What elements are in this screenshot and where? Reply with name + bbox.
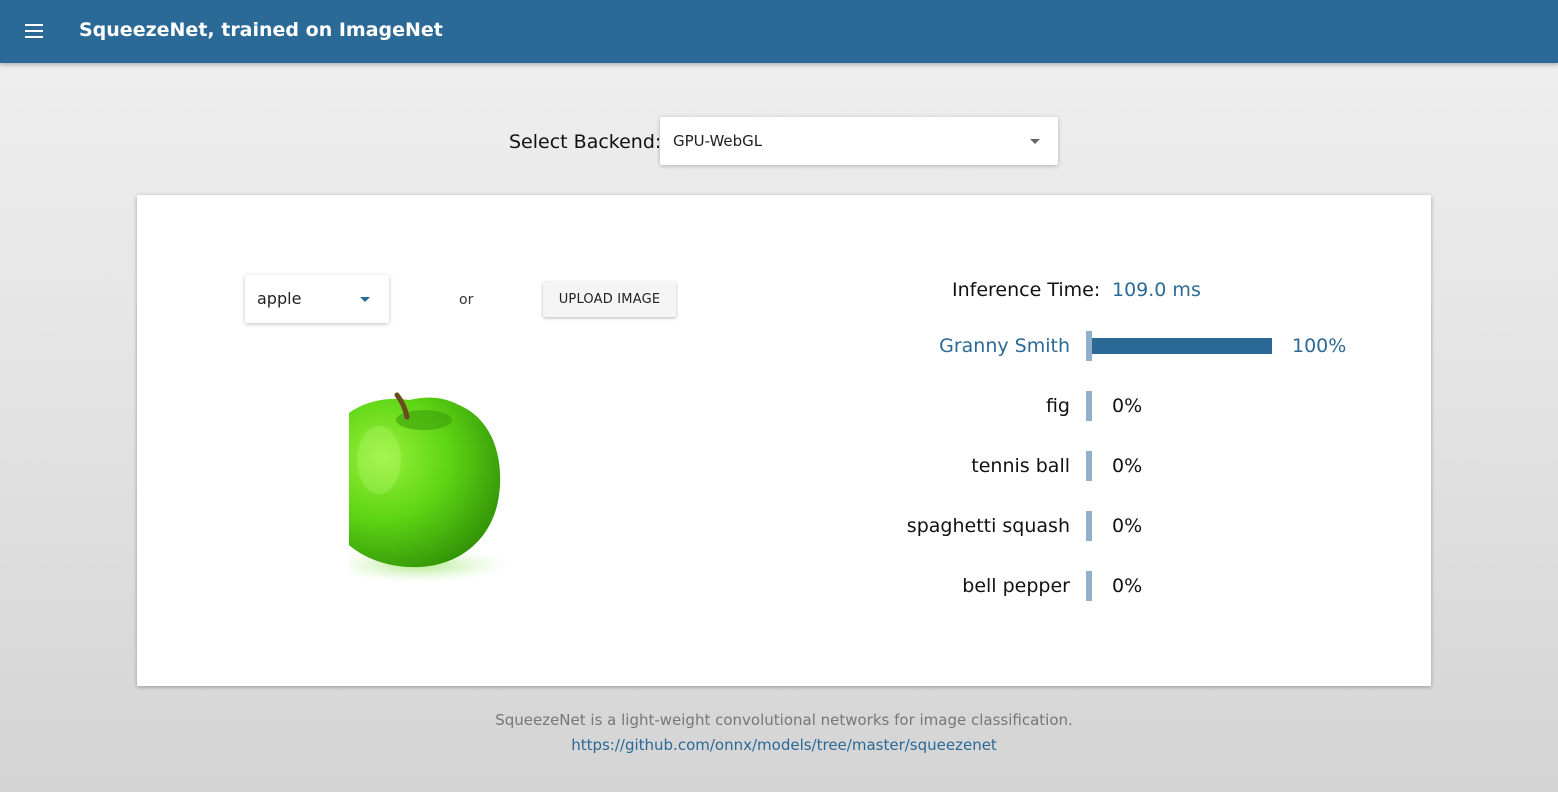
prediction-label: spaghetti squash xyxy=(906,515,1070,537)
prediction-row: spaghetti squash 0% xyxy=(837,511,1397,545)
inference-time-label: Inference Time: xyxy=(952,279,1101,301)
prediction-percent: 0% xyxy=(1112,515,1143,537)
prediction-label: tennis ball xyxy=(971,455,1070,477)
prediction-row: Granny Smith 100% xyxy=(837,331,1397,365)
prediction-axis xyxy=(1086,511,1092,541)
backend-select-value: GPU-WebGL xyxy=(673,132,763,150)
chevron-down-icon xyxy=(1030,139,1040,144)
prediction-label: fig xyxy=(1045,395,1070,417)
or-separator: or xyxy=(459,292,474,308)
classifier-card: apple or UPLOAD IMAGE Inference Time: 10… xyxy=(137,195,1431,686)
prediction-row: bell pepper 0% xyxy=(837,571,1397,605)
prediction-row: fig 0% xyxy=(837,391,1397,425)
prediction-percent: 0% xyxy=(1112,455,1143,477)
backend-label: Select Backend: xyxy=(509,131,662,153)
prediction-axis xyxy=(1086,451,1092,481)
image-select-value: apple xyxy=(257,289,302,308)
input-image xyxy=(349,365,571,587)
footer-description: SqueezeNet is a light-weight convolution… xyxy=(495,711,1073,729)
hamburger-menu-icon[interactable] xyxy=(22,18,48,44)
upload-image-button[interactable]: UPLOAD IMAGE xyxy=(543,282,676,317)
chevron-down-icon xyxy=(360,297,370,302)
image-select[interactable]: apple xyxy=(245,275,389,323)
prediction-row: tennis ball 0% xyxy=(837,451,1397,485)
app-bar: SqueezeNet, trained on ImageNet xyxy=(0,0,1558,63)
prediction-bar xyxy=(1092,338,1272,354)
prediction-percent: 0% xyxy=(1112,575,1143,597)
app-title: SqueezeNet, trained on ImageNet xyxy=(79,19,443,41)
prediction-axis xyxy=(1086,571,1092,601)
prediction-percent: 100% xyxy=(1292,335,1347,357)
inference-time-value: 109.0 ms xyxy=(1112,279,1201,301)
prediction-percent: 0% xyxy=(1112,395,1143,417)
prediction-axis xyxy=(1086,391,1092,421)
prediction-label: Granny Smith xyxy=(939,335,1070,357)
backend-select[interactable]: GPU-WebGL xyxy=(660,117,1058,165)
prediction-label: bell pepper xyxy=(962,575,1070,597)
footer-github-link[interactable]: https://github.com/onnx/models/tree/mast… xyxy=(0,736,1558,754)
apple-image xyxy=(349,365,571,587)
